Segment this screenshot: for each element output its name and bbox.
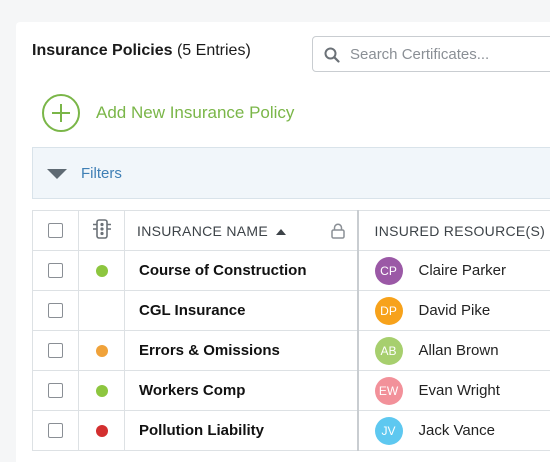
status-dot xyxy=(96,425,108,437)
resource-name: Evan Wright xyxy=(419,382,500,399)
insurance-name-cell[interactable]: Course of Construction xyxy=(125,251,358,291)
traffic-light-icon xyxy=(79,219,125,239)
resource-name: Claire Parker xyxy=(419,262,507,279)
entry-count: (5 Entries) xyxy=(177,42,251,59)
row-select[interactable] xyxy=(33,411,79,451)
header-insured-resources[interactable]: INSURED RESOURCE(S) xyxy=(358,211,550,251)
insured-resource-cell[interactable]: AB Allan Brown xyxy=(358,331,550,371)
header-insured-resources-label: INSURED RESOURCE(S) xyxy=(375,223,546,239)
insurance-name: Pollution Liability xyxy=(139,422,264,439)
row-select[interactable] xyxy=(33,291,79,331)
table-row[interactable]: Pollution Liability JV Jack Vance xyxy=(33,411,550,451)
row-checkbox[interactable] xyxy=(48,263,63,278)
resource-wrapper: CP Claire Parker xyxy=(375,257,550,285)
row-select[interactable] xyxy=(33,251,79,291)
status-dot xyxy=(96,265,108,277)
insured-resource-cell[interactable]: JV Jack Vance xyxy=(358,411,550,451)
search-input[interactable] xyxy=(350,37,550,71)
insurance-name: CGL Insurance xyxy=(139,302,245,319)
insurance-name-cell[interactable]: Workers Comp xyxy=(125,371,358,411)
insured-resource-cell[interactable]: DP David Pike xyxy=(358,291,550,331)
row-checkbox[interactable] xyxy=(48,343,63,358)
insurance-name: Workers Comp xyxy=(139,382,245,399)
header-select-all[interactable] xyxy=(33,211,79,251)
page-title: Insurance Policies (5 Entries) xyxy=(32,42,251,60)
insurance-name: Errors & Omissions xyxy=(139,342,280,359)
header-status xyxy=(79,211,125,251)
table-header-row: INSURANCE NAME INSURED RESOURCE(S) xyxy=(33,211,550,251)
status-dot xyxy=(96,345,108,357)
insurance-name-cell[interactable]: Pollution Liability xyxy=(125,411,358,451)
row-checkbox[interactable] xyxy=(48,423,63,438)
resource-name: David Pike xyxy=(419,302,491,319)
resource-wrapper: JV Jack Vance xyxy=(375,417,550,445)
filters-bar[interactable]: Filters xyxy=(32,147,550,199)
caret-down-icon xyxy=(47,169,67,179)
avatar: JV xyxy=(375,417,403,445)
select-all-checkbox[interactable] xyxy=(48,223,63,238)
status-dot xyxy=(96,385,108,397)
status-cell xyxy=(79,371,125,411)
header-insurance-name-label: INSURANCE NAME xyxy=(137,223,268,239)
insurance-name-cell[interactable]: CGL Insurance xyxy=(125,291,358,331)
add-circle-icon xyxy=(42,94,80,132)
avatar: CP xyxy=(375,257,403,285)
avatar: DP xyxy=(375,297,403,325)
header-insurance-name[interactable]: INSURANCE NAME xyxy=(125,211,358,251)
table-row[interactable]: Course of Construction CP Claire Parker xyxy=(33,251,550,291)
status-cell xyxy=(79,251,125,291)
status-cell xyxy=(79,411,125,451)
insurance-name-cell[interactable]: Errors & Omissions xyxy=(125,331,358,371)
search-box[interactable] xyxy=(312,36,550,72)
policies-table: INSURANCE NAME INSURED RESOURCE(S) Cours… xyxy=(32,210,550,451)
table-row[interactable]: CGL Insurance DP David Pike xyxy=(33,291,550,331)
row-select[interactable] xyxy=(33,331,79,371)
table-row[interactable]: Workers Comp EW Evan Wright xyxy=(33,371,550,411)
page-title-text: Insurance Policies xyxy=(32,42,173,59)
resource-wrapper: DP David Pike xyxy=(375,297,550,325)
status-cell xyxy=(79,331,125,371)
lock-icon[interactable] xyxy=(331,223,345,239)
resource-wrapper: AB Allan Brown xyxy=(375,337,550,365)
row-select[interactable] xyxy=(33,371,79,411)
resource-name: Allan Brown xyxy=(419,342,499,359)
insurance-name: Course of Construction xyxy=(139,262,307,279)
row-checkbox[interactable] xyxy=(48,383,63,398)
add-policy-label: Add New Insurance Policy xyxy=(96,103,294,123)
add-policy-button[interactable]: Add New Insurance Policy xyxy=(42,92,294,134)
status-cell xyxy=(79,291,125,331)
table-row[interactable]: Errors & Omissions AB Allan Brown xyxy=(33,331,550,371)
insured-resource-cell[interactable]: CP Claire Parker xyxy=(358,251,550,291)
avatar: AB xyxy=(375,337,403,365)
avatar: EW xyxy=(375,377,403,405)
resource-wrapper: EW Evan Wright xyxy=(375,377,550,405)
sort-ascending-icon[interactable] xyxy=(276,229,286,235)
row-checkbox[interactable] xyxy=(48,303,63,318)
search-icon xyxy=(324,47,340,63)
insured-resource-cell[interactable]: EW Evan Wright xyxy=(358,371,550,411)
filters-label: Filters xyxy=(81,165,122,182)
resource-name: Jack Vance xyxy=(419,422,495,439)
